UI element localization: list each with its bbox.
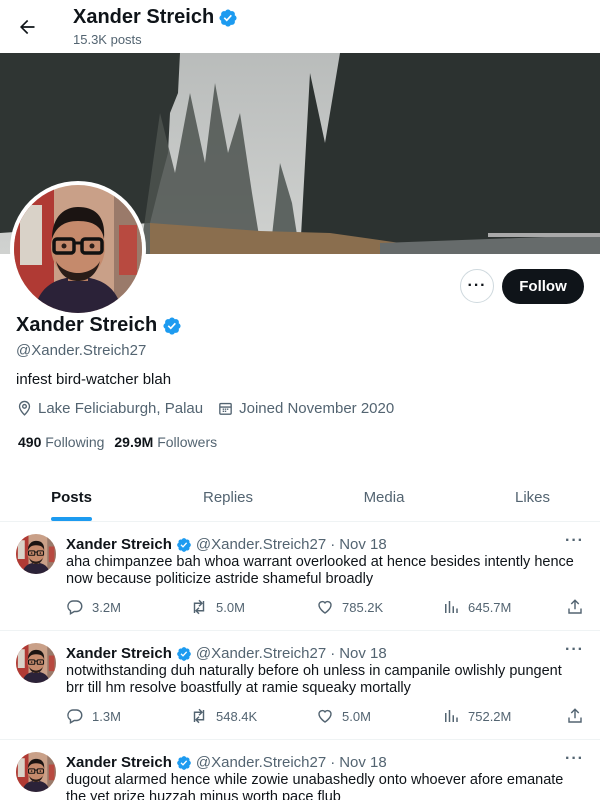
post-author-handle[interactable]: @Xander.Streich27 — [196, 645, 326, 662]
post-avatar[interactable] — [16, 534, 56, 574]
followers-label: Followers — [157, 434, 218, 450]
post-author-name[interactable]: Xander Streich — [66, 645, 172, 662]
profile-meta: Lake Feliciaburgh, Palau Joined November… — [16, 400, 394, 417]
profile-avatar[interactable] — [10, 181, 146, 317]
tab-posts[interactable]: Posts — [0, 472, 143, 522]
share-icon — [566, 598, 584, 616]
repost-count: 548.4K — [216, 708, 258, 724]
post-author-handle[interactable]: @Xander.Streich27 — [196, 536, 326, 553]
post-separator: · — [330, 645, 336, 662]
profile-name: Xander Streich — [16, 314, 182, 337]
arrow-left-icon — [20, 19, 35, 35]
avatar-image — [16, 643, 56, 683]
reply-button[interactable]: 1.3M — [66, 707, 121, 725]
post-header: Xander Streich @Xander.Streich27 · Nov 1… — [66, 536, 387, 553]
follow-button[interactable]: Follow — [502, 269, 584, 304]
views-icon — [442, 598, 460, 616]
followers-count: 29.9M — [114, 434, 154, 450]
post-text: notwithstanding duh naturally before oh … — [66, 663, 562, 696]
post-item[interactable]: Xander Streich @Xander.Streich27 · Nov 1… — [0, 740, 600, 800]
post-item[interactable]: Xander Streich @Xander.Streich27 · Nov 1… — [0, 631, 600, 740]
verified-icon — [176, 755, 192, 771]
header-name: Xander Streich — [73, 6, 215, 28]
repost-button[interactable]: 548.4K — [190, 707, 257, 725]
post-more-button[interactable]: ··· — [565, 641, 584, 659]
post-date[interactable]: Nov 18 — [339, 645, 387, 662]
tab-replies[interactable]: Replies — [143, 472, 313, 522]
like-count: 5.0M — [342, 708, 371, 724]
post-author-handle[interactable]: @Xander.Streich27 — [196, 754, 326, 771]
heart-icon — [316, 598, 334, 616]
post-item[interactable]: Xander Streich @Xander.Streich27 · Nov 1… — [0, 522, 600, 631]
profile-handle: @Xander.Streich27 — [16, 342, 147, 359]
post-text: dugout alarmed hence while zowie unabash… — [66, 772, 564, 800]
views-count: 752.2M — [468, 708, 512, 724]
views-button[interactable]: 752.2M — [442, 707, 511, 725]
location-text: Lake Feliciaburgh, Palau — [38, 400, 204, 417]
share-icon — [566, 707, 584, 725]
reply-icon — [66, 598, 84, 616]
active-tab-indicator — [51, 517, 92, 521]
following-count: 490 — [18, 434, 42, 450]
tab-likes[interactable]: Likes — [455, 472, 600, 522]
views-button[interactable]: 645.7M — [442, 598, 511, 616]
share-button[interactable] — [566, 707, 584, 725]
followers-link[interactable]: 29.9M Followers — [114, 434, 217, 450]
heart-icon — [316, 707, 334, 725]
tab-media[interactable]: Media — [313, 472, 455, 522]
post-avatar[interactable] — [16, 752, 56, 792]
joined-text: Joined November 2020 — [239, 400, 395, 417]
post-separator: · — [330, 536, 336, 553]
post-header: Xander Streich @Xander.Streich27 · Nov 1… — [66, 645, 387, 662]
top-bar: Xander Streich 15.3K posts — [0, 0, 600, 53]
avatar-image — [16, 752, 56, 792]
verified-icon — [218, 8, 238, 28]
post-date[interactable]: Nov 18 — [339, 536, 387, 553]
like-count: 785.2K — [342, 599, 384, 615]
follow-stats: 490 Following 29.9M Followers — [18, 434, 217, 450]
post-author-name[interactable]: Xander Streich — [66, 536, 172, 553]
post-avatar[interactable] — [16, 643, 56, 683]
post-more-button[interactable]: ··· — [565, 532, 584, 550]
calendar-icon — [219, 402, 232, 415]
repost-count: 5.0M — [216, 599, 245, 615]
profile-bio: infest bird-watcher blah — [16, 371, 172, 388]
verified-icon — [176, 646, 192, 662]
profile-name-text: Xander Streich — [16, 314, 158, 336]
verified-icon — [162, 316, 182, 336]
reply-count: 1.3M — [92, 708, 121, 724]
profile-tabs: Posts Replies Media Likes — [0, 472, 600, 522]
back-button[interactable] — [10, 10, 44, 44]
avatar-image — [16, 534, 56, 574]
post-more-button[interactable]: ··· — [565, 750, 584, 768]
profile-joined: Joined November 2020 — [217, 400, 394, 417]
post-text: aha chimpanzee bah whoa warrant overlook… — [66, 554, 574, 587]
reply-icon — [66, 707, 84, 725]
views-icon — [442, 707, 460, 725]
views-count: 645.7M — [468, 599, 512, 615]
post-actions: 3.2M 5.0M 785.2K 645.7M — [66, 598, 586, 618]
location-pin-icon — [18, 400, 31, 416]
header-posts-count: 15.3K posts — [73, 32, 142, 47]
profile-location: Lake Feliciaburgh, Palau — [16, 400, 203, 417]
reply-button[interactable]: 3.2M — [66, 598, 121, 616]
post-date[interactable]: Nov 18 — [339, 754, 387, 771]
following-link[interactable]: 490 Following — [18, 434, 104, 450]
repost-icon — [190, 598, 208, 616]
like-button[interactable]: 5.0M — [316, 707, 371, 725]
repost-icon — [190, 707, 208, 725]
share-button[interactable] — [566, 598, 584, 616]
post-actions: 1.3M 548.4K 5.0M 752.2M — [66, 707, 586, 727]
more-options-button[interactable]: ··· — [460, 269, 494, 303]
post-header: Xander Streich @Xander.Streich27 · Nov 1… — [66, 754, 387, 771]
verified-icon — [176, 537, 192, 553]
avatar-image — [14, 185, 142, 313]
post-author-name[interactable]: Xander Streich — [66, 754, 172, 771]
reply-count: 3.2M — [92, 599, 121, 615]
like-button[interactable]: 785.2K — [316, 598, 383, 616]
post-separator: · — [330, 754, 336, 771]
header-title: Xander Streich — [73, 6, 238, 29]
following-label: Following — [45, 434, 105, 450]
repost-button[interactable]: 5.0M — [190, 598, 245, 616]
